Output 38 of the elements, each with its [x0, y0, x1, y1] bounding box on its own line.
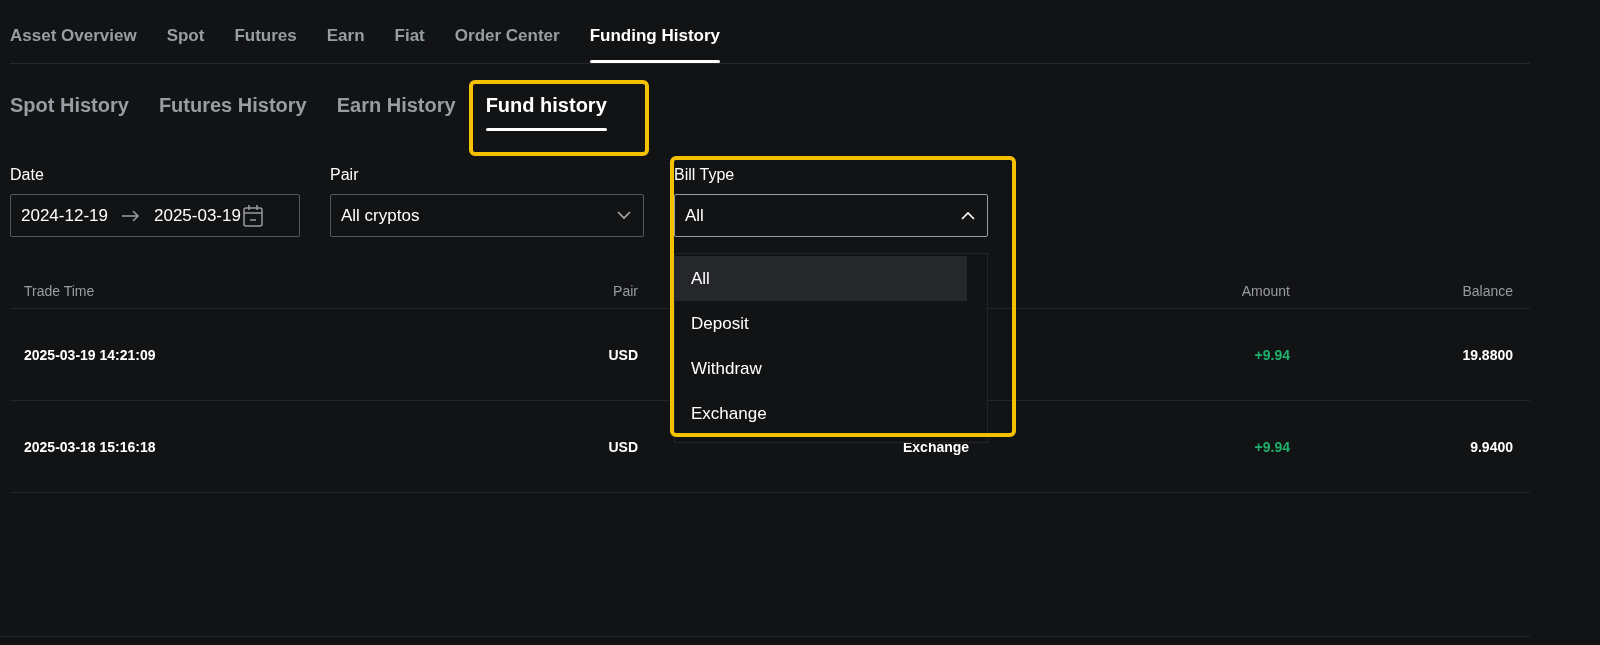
nav-tab[interactable]: Spot	[166, 0, 205, 63]
filter-label: Date	[10, 166, 45, 185]
nav-tab[interactable]: Futures	[234, 0, 297, 63]
bill-type-select[interactable]: All	[674, 194, 988, 237]
chevron-icon	[617, 211, 631, 220]
dropdown-option[interactable]: Withdraw	[675, 346, 967, 391]
history-tab[interactable]: Futures History	[158, 82, 307, 136]
table-cell-text: 2025-03-18 15:16:18	[24, 438, 157, 455]
nav-tab[interactable]: Fiat	[394, 0, 425, 63]
table-cell-text: 19.8800	[1461, 346, 1513, 363]
date-range-field[interactable]: 2024-12-19 2025-03-19	[10, 194, 300, 237]
column-header: Trade Time	[24, 282, 96, 299]
history-tab[interactable]: Earn History	[336, 82, 456, 136]
dropdown-option[interactable]: All	[675, 256, 967, 301]
filter-label: Pair	[330, 166, 360, 185]
nav-tab[interactable]: Asset Overview	[10, 0, 137, 63]
column-header: Balance	[1461, 282, 1513, 299]
nav-tab[interactable]: Order Center	[454, 0, 560, 63]
history-tab[interactable]: Spot History	[10, 82, 129, 136]
pair-select[interactable]: All cryptos	[330, 194, 644, 237]
dropdown-option[interactable]: Exchange	[675, 391, 967, 436]
table-cell-text: USD	[607, 438, 638, 455]
table-cell-text: +9.94	[1253, 438, 1290, 455]
filter-label: Bill Type	[674, 166, 736, 185]
history-tab[interactable]: Fund history	[485, 82, 607, 136]
chevron-icon	[961, 211, 975, 220]
table-cell-text: 2025-03-19 14:21:09	[24, 346, 157, 363]
calendar-icon	[242, 204, 263, 227]
nav-tab[interactable]: Funding History	[589, 0, 720, 63]
table-cell-text: +9.94	[1253, 346, 1290, 363]
dropdown-option[interactable]: Deposit	[675, 301, 967, 346]
table-cell-text: USD	[607, 346, 638, 363]
table-cell: Exchange	[903, 438, 970, 455]
arrow-icon	[121, 209, 140, 222]
column-header: Pair	[612, 282, 638, 299]
table-cell-text: 9.9400	[1469, 438, 1513, 455]
column-header: Amount	[1240, 282, 1290, 299]
nav-tab[interactable]: Earn	[326, 0, 365, 63]
